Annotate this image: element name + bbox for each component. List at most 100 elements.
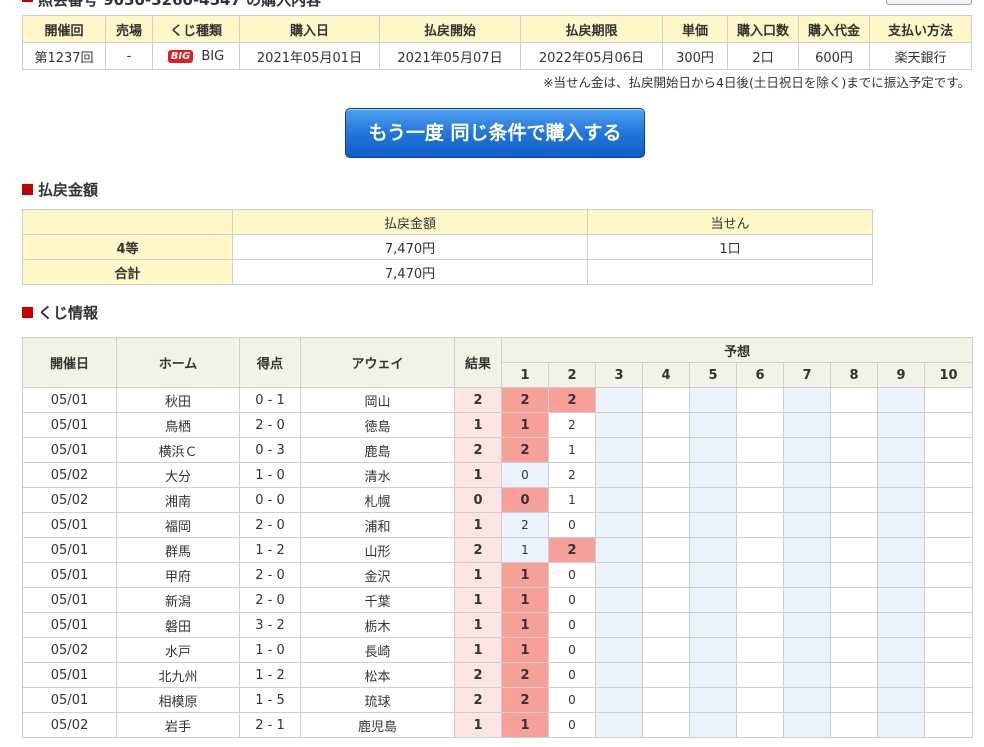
home-team-cell: 甲府 [116,562,240,588]
prediction-8-cell [830,537,878,563]
score-cell: 3 - 2 [239,612,301,638]
payout-note: ※当せん金は、払戻開始日から4日後(土日祝日を除く)までに振込予定です。 [543,75,970,90]
result-cell: 1 [454,512,502,538]
prediction-3-cell [595,587,643,613]
date-cell: 05/02 [22,462,117,488]
col-payout-deadline: 払戻期限 [520,15,663,43]
prediction-col-3: 3 [595,362,643,388]
col-payment-method: 支払い方法 [869,15,972,43]
prediction-9-cell [877,612,925,638]
col-home: ホーム [116,337,240,388]
prediction-10-cell [923,687,974,713]
payout-header-row: 払戻金額 当せん [22,209,873,235]
prediction-4-cell [642,637,690,663]
date-cell: 05/02 [22,712,117,738]
prediction-7-cell [783,387,831,413]
prediction-6-cell [736,612,784,638]
prediction-col-1: 1 [501,362,549,388]
prediction-7-cell [783,587,831,613]
prediction-2-cell: 0 [548,562,596,588]
round-cell: 第1237回 [22,42,106,70]
payout-row: 4等 7,470円 1口 [22,234,873,260]
prediction-10-cell [923,462,974,488]
date-cell: 05/02 [22,487,117,513]
date-cell: 05/01 [22,412,117,438]
prediction-2-cell: 2 [548,537,596,563]
section-mark-icon [22,307,33,318]
prediction-9-cell [877,662,925,688]
print-button[interactable] [886,0,972,5]
away-team-cell: 山形 [300,537,455,563]
table-row: 05/01 鳥栖 2 - 0 徳島 1 1 2 [22,412,974,438]
result-cell: 0 [454,487,502,513]
home-team-cell: 鳥栖 [116,412,240,438]
lottery-info-table: 開催日 ホーム 得点 アウェイ 結果 予想 1 2 3 4 5 6 7 8 9 … [22,337,974,738]
payout-row-label: 4等 [22,234,233,260]
prediction-8-cell [830,512,878,538]
result-cell: 1 [454,612,502,638]
payout-winning [587,259,873,285]
table-row: 05/01 福岡 2 - 0 浦和 1 2 0 [22,512,974,538]
prediction-9-cell [877,462,925,488]
prediction-8-cell [830,462,878,488]
prediction-5-cell [689,412,737,438]
table-row: 05/02 水戸 1 - 0 長崎 1 1 0 [22,637,974,663]
prediction-7-cell [783,687,831,713]
prediction-3-cell [595,562,643,588]
prediction-10-cell [923,412,974,438]
away-team-cell: 金沢 [300,562,455,588]
prediction-6-cell [736,587,784,613]
home-team-cell: 岩手 [116,712,240,738]
col-payout-start: 払戻開始 [379,15,521,43]
table-row: 05/01 北九州 1 - 2 松本 2 2 0 [22,662,974,688]
prediction-8-cell [830,587,878,613]
score-cell: 2 - 1 [239,712,301,738]
result-cell: 1 [454,587,502,613]
result-cell: 2 [454,437,502,463]
prediction-7-cell [783,637,831,663]
away-team-cell: 鹿島 [300,437,455,463]
col-date: 開催日 [22,337,117,388]
prediction-8-cell [830,487,878,513]
home-team-cell: 群馬 [116,537,240,563]
result-cell: 2 [454,537,502,563]
score-cell: 0 - 0 [239,487,301,513]
prediction-9-cell [877,637,925,663]
payout-amount: 7,470円 [232,259,588,285]
score-cell: 1 - 0 [239,637,301,663]
prediction-4-cell [642,412,690,438]
purchase-row: 第1237回 - BIG BIG 2021年05月01日 2021年05月07日 … [22,42,972,70]
prediction-6-cell [736,487,784,513]
prediction-10-cell [923,387,974,413]
prediction-10-cell [923,437,974,463]
total-price-cell: 600円 [798,42,870,70]
result-cell: 1 [454,712,502,738]
col-shop: 売場 [105,15,153,43]
col-total-price: 購入代金 [798,15,870,43]
score-cell: 1 - 2 [239,662,301,688]
prediction-10-cell [923,562,974,588]
table-row: 05/01 横浜Ｃ 0 - 3 鹿島 2 2 1 [22,437,974,463]
prediction-2-cell: 1 [548,437,596,463]
table-row: 05/02 大分 1 - 0 清水 1 0 2 [22,462,974,488]
prediction-9-cell [877,537,925,563]
prediction-3-cell [595,537,643,563]
repurchase-button[interactable]: もう一度 同じ条件で購入する [345,108,645,158]
units-cell: 2口 [727,42,799,70]
payout-start-cell: 2021年05月07日 [379,42,521,70]
section-mark-icon [22,0,33,2]
payment-method-cell: 楽天銀行 [869,42,972,70]
prediction-6-cell [736,387,784,413]
col-units: 購入口数 [727,15,799,43]
prediction-4-cell [642,662,690,688]
section-mark-icon [22,184,33,195]
info-section-title: くじ情報 [22,302,98,323]
prediction-7-cell [783,512,831,538]
table-row: 05/01 群馬 1 - 2 山形 2 1 2 [22,537,974,563]
prediction-3-cell [595,487,643,513]
prediction-1-cell: 2 [501,387,549,413]
prediction-4-cell [642,537,690,563]
prediction-2-cell: 2 [548,412,596,438]
prediction-5-cell [689,562,737,588]
prediction-col-9: 9 [877,362,925,388]
